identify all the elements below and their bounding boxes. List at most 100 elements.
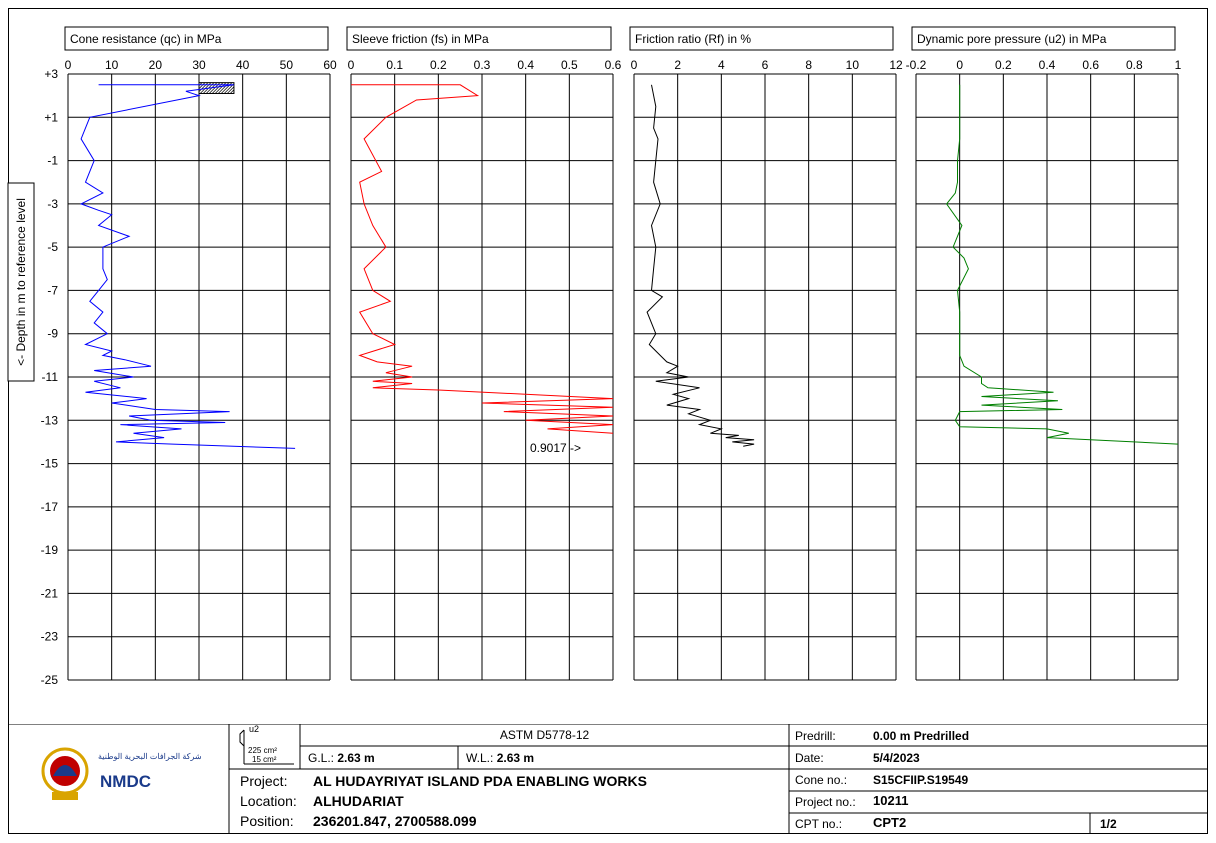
data-curves [79,84,1179,449]
panel-title-u2-text: Dynamic pore pressure (u2) in MPa [917,32,1107,46]
hatch-line [198,82,206,89]
cpt-plots: Cone resistance (qc) in MPa Sleeve frict… [7,26,1182,687]
depth-tick-label: -21 [41,586,59,600]
x-tick-label-u2: 0 [956,58,963,72]
predrill-value: 0.00 m Predrilled [873,729,970,743]
panel-title-fs: Sleeve friction (fs) in MPa [346,26,612,51]
hatch-line [217,82,230,94]
page-number: 1/2 [1100,817,1117,831]
panel-grids [67,73,1179,681]
hatch-line [214,82,227,94]
depth-tick-label: -3 [47,197,58,211]
x-tick-label-qc: 40 [236,58,250,72]
depth-tick-label: +3 [44,67,58,81]
standard-label: ASTM D5778-12 [499,728,590,742]
fs-offscale-annotation: 0.9017 -> [530,441,581,455]
x-tick-label-qc: 0 [65,58,72,72]
depth-tick-label: -25 [41,673,59,687]
x-tick-label-fs: 0.5 [561,58,578,72]
x-tick-label-u2: 1 [1175,58,1182,72]
cone-no-value: S15CFIIP.S19549 [873,773,969,787]
x-tick-label-qc: 30 [192,58,206,72]
date-label: Date: [795,751,824,765]
x-tick-label-rf: 12 [889,58,903,72]
logo-arabic-text: شركة الجرافات البحرية الوطنية [98,752,202,761]
gl-value: 2.63 m [337,751,375,765]
x-tick-label-u2: 0.2 [995,58,1012,72]
x-tick-label-u2: 0.8 [1126,58,1143,72]
cone-area-2: 15 cm² [252,755,276,764]
panel-title-qc-text: Cone resistance (qc) in MPa [70,32,222,46]
depth-tick-label: -9 [47,327,58,341]
x-tick-label-rf: 0 [631,58,638,72]
wl-value: 2.63 m [496,751,535,765]
panel-title-u2: Dynamic pore pressure (u2) in MPa [911,26,1176,51]
predrill-label: Predrill: [795,729,836,743]
gl-label: G.L.: [308,751,335,765]
location-value: ALHUDARIAT [313,793,404,809]
x-tick-label-u2: -0.2 [906,58,927,72]
depth-tick-label: -23 [41,630,59,644]
depth-axis-label-box: <- Depth in m to reference level [7,182,35,382]
depth-tick-label: -13 [41,413,59,427]
hatch-line [211,82,224,94]
depth-tick-label: -11 [42,370,59,384]
x-tick-label-qc: 50 [280,58,294,72]
x-tick-label-rf: 4 [718,58,725,72]
predrill-hatch [198,82,235,94]
depth-tick-label: -1 [47,154,58,168]
wl-label: W.L.: [466,751,494,765]
hatch-line [226,86,235,94]
hatch-line [220,82,233,94]
gl-field: G.L.: 2.63 m [308,751,375,765]
x-tick-label-fs: 0.6 [605,58,622,72]
x-tick-label-qc: 10 [105,58,119,72]
x-tick-label-fs: 0 [348,58,355,72]
position-value: 236201.847, 2700588.099 [313,813,477,829]
footer-block: u2 225 cm² 15 cm² ASTM D5778-12 G.L.: 2.… [8,724,1208,834]
depth-axis-label: <- Depth in m to reference level [14,198,28,366]
x-tick-label-qc: 20 [149,58,163,72]
nmdc-logo-icon [41,747,89,800]
depth-tick-label: -15 [41,457,59,471]
depth-tick-label: -5 [47,240,58,254]
logo-text: NMDC [100,772,151,791]
project-no-value: 10211 [873,793,909,808]
depth-tick-label: +1 [44,110,58,124]
panel-title-qc: Cone resistance (qc) in MPa [64,26,329,51]
project-value: AL HUDAYRIYAT ISLAND PDA ENABLING WORKS [313,773,647,789]
depth-tick-label: -17 [41,500,59,514]
axis-ticks: 0 10 20 30 40 50 60 0 0.1 0.2 0.3 0.4 0.5 0.6 0 2 4 6 8 10 1… [41,58,1182,687]
x-tick-label-rf: 8 [805,58,812,72]
cpt-no-value: CPT2 [873,815,907,830]
project-label: Project: [240,773,288,789]
x-tick-label-fs: 0.1 [386,58,403,72]
x-tick-label-u2: 0.4 [1039,58,1056,72]
x-tick-label-rf: 6 [762,58,769,72]
location-label: Location: [240,793,297,809]
position-label: Position: [240,813,294,829]
x-tick-label-fs: 0.4 [517,58,534,72]
cone-area-1-value: 225 [248,746,262,755]
series-line-u2 [945,84,1179,445]
x-tick-label-rf: 10 [846,58,860,72]
x-tick-label-u2: 0.6 [1082,58,1099,72]
panel-title-rf-text: Friction ratio (Rf) in % [635,32,751,46]
cone-area-2-unit: cm² [263,755,277,764]
wl-field: W.L.: 2.63 m [466,751,534,765]
cone-area-1-unit: cm² [263,746,277,755]
x-tick-label-qc: 60 [323,58,337,72]
project-no-label: Project no.: [795,795,856,809]
series-line-rf [646,84,755,447]
series-line-qc [79,84,296,449]
cone-area-1: 225 cm² [248,746,277,755]
cone-u2-label: u2 [249,724,260,734]
panel-title-rf: Friction ratio (Rf) in % [629,26,894,51]
cone-area-2-value: 15 [252,755,261,764]
cone-no-label: Cone no.: [795,773,848,787]
x-tick-label-rf: 2 [674,58,681,72]
cpt-no-label: CPT no.: [795,817,843,831]
x-tick-label-fs: 0.2 [430,58,447,72]
depth-tick-label: -7 [47,283,58,297]
panel-title-fs-text: Sleeve friction (fs) in MPa [352,32,489,46]
